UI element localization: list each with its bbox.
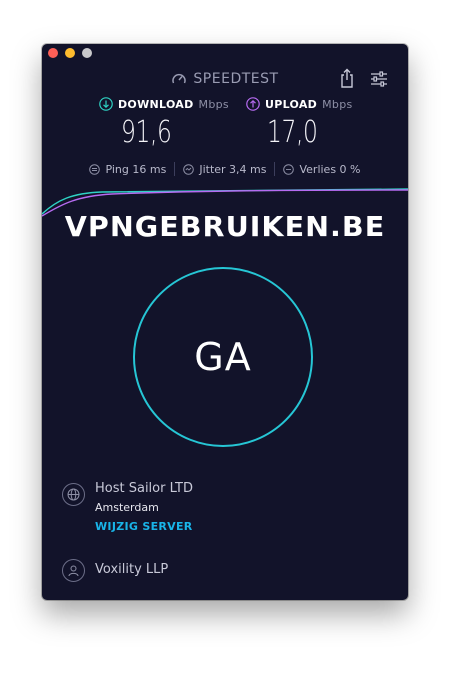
- download-label: DOWNLOAD: [118, 97, 194, 111]
- close-window-button[interactable]: [48, 48, 58, 58]
- upload-metric: UPLOAD Mbps 17,0: [246, 97, 353, 150]
- go-button-label: GA: [194, 335, 252, 379]
- download-metric: DOWNLOAD Mbps 91,6: [99, 97, 229, 150]
- jitter-stat: Jitter 3,4 ms: [175, 163, 274, 176]
- upload-value: 17,0: [267, 115, 318, 150]
- window-controls: [48, 48, 92, 58]
- zoom-window-button[interactable]: [82, 48, 92, 58]
- gauge-icon: [172, 73, 187, 84]
- ping-icon: [89, 163, 101, 175]
- change-server-link[interactable]: WIJZIG SERVER: [95, 520, 193, 533]
- watermark-text: VPNGEBRUIKEN.BE: [64, 210, 386, 243]
- latency-stats: Ping 16 ms Jitter 3,4 ms Verlies 0 %: [42, 162, 408, 176]
- user-icon: [62, 559, 85, 582]
- jitter-icon: [183, 163, 195, 175]
- upload-label: UPLOAD: [265, 97, 318, 111]
- server-info: Host Sailor LTD Amsterdam WIJZIG SERVER: [62, 481, 193, 533]
- provider-name: Voxility LLP: [95, 562, 169, 577]
- server-location: Amsterdam: [95, 501, 159, 514]
- ping-stat: Ping 16 ms: [81, 163, 174, 176]
- download-value: 91,6: [121, 115, 172, 150]
- minimize-window-button[interactable]: [65, 48, 75, 58]
- share-icon[interactable]: [339, 68, 355, 88]
- provider-info: Voxility LLP: [62, 557, 168, 582]
- loss-text: Verlies 0 %: [299, 162, 361, 176]
- brand-label: SPEEDTEST: [193, 71, 279, 87]
- loss-stat: Verlies 0 %: [275, 163, 368, 176]
- upload-arrow-icon: [246, 97, 260, 111]
- download-unit: Mbps: [198, 97, 229, 111]
- upload-unit: Mbps: [322, 97, 353, 111]
- go-button[interactable]: GA: [133, 267, 313, 447]
- ping-text: Ping 16 ms: [105, 162, 167, 176]
- loss-icon: [283, 163, 295, 175]
- server-host: Host Sailor LTD: [95, 481, 194, 496]
- globe-icon: [62, 483, 85, 506]
- download-arrow-icon: [99, 97, 113, 111]
- jitter-text: Jitter 3,4 ms: [199, 162, 267, 176]
- sliders-icon[interactable]: [370, 71, 388, 87]
- speedtest-window: SPEEDTEST DOWNLOAD Mbps 91,6 UPLOAD Mbps…: [42, 44, 408, 600]
